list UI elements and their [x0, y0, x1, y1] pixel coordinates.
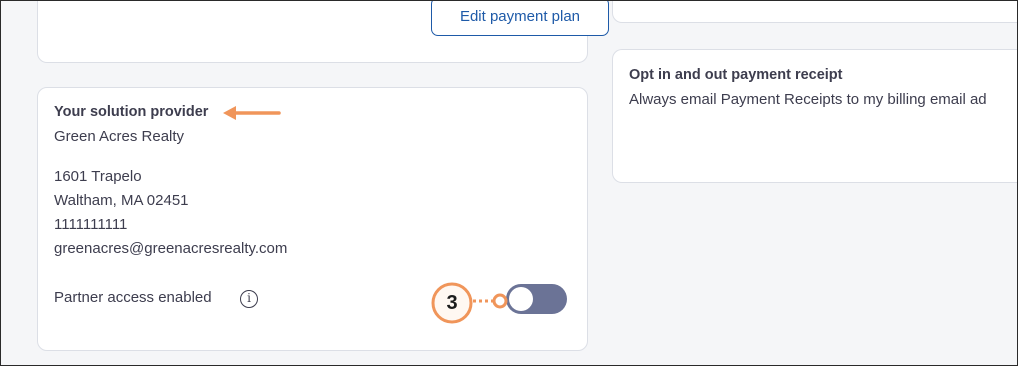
arrow-left-icon — [223, 106, 281, 120]
receipt-card-description: Always email Payment Receipts to my bill… — [629, 91, 987, 108]
top-right-card — [612, 0, 1018, 23]
provider-name: Green Acres Realty — [54, 128, 185, 145]
receipt-card-title: Opt in and out payment receipt — [629, 67, 843, 83]
edit-payment-plan-button[interactable]: Edit payment plan — [431, 0, 609, 36]
address-line-street: 1601 Trapelo — [54, 168, 142, 185]
step-number-badge: 3 — [446, 292, 458, 314]
provider-card-title: Your solution provider — [54, 104, 209, 120]
provider-email: greenacres@greenacresrealty.com — [54, 240, 288, 257]
toggle-knob — [509, 287, 533, 311]
provider-phone: 1111111111 — [54, 216, 128, 233]
partner-access-toggle[interactable] — [506, 284, 567, 314]
address-line-city: Waltham, MA 02451 — [54, 192, 189, 209]
partner-access-label: Partner access enabled — [54, 289, 212, 306]
payment-plan-card: Edit payment plan — [37, 0, 609, 63]
info-icon[interactable]: i — [240, 290, 258, 308]
